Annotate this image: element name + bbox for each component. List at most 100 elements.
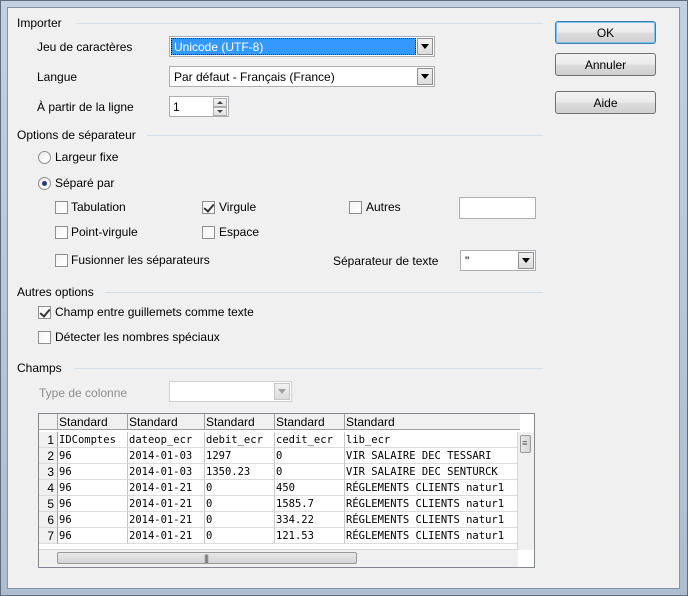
chevron-down-icon[interactable] — [417, 38, 433, 55]
semicolon-checkbox[interactable] — [55, 226, 68, 239]
section-importer-title: Importer — [17, 16, 62, 30]
grid-cell: 96 — [58, 512, 128, 528]
column-type-label: Type de colonne — [39, 386, 128, 400]
row-number: 2 — [39, 448, 58, 464]
grid-cell: RÉGLEMENTS CLIENTS natur1 — [345, 528, 520, 544]
fixed-width-radio[interactable] — [38, 151, 51, 164]
preview-grid[interactable]: Standard Standard Standard Standard Stan… — [38, 413, 535, 568]
section-other-options-title: Autres options — [17, 285, 94, 299]
language-value: Par défaut - Français (France) — [174, 70, 335, 84]
separated-by-radio[interactable] — [38, 177, 51, 190]
from-line-label: À partir de la ligne — [37, 100, 134, 114]
charset-select[interactable]: Unicode (UTF-8) — [169, 36, 435, 57]
grid-cell: 2014-01-03 — [128, 448, 205, 464]
grid-cell: 2014-01-21 — [128, 496, 205, 512]
chevron-down-icon[interactable] — [518, 252, 534, 269]
grid-cell: 0 — [275, 448, 345, 464]
grid-cell: 0 — [205, 480, 275, 496]
chevron-down-icon[interactable] — [417, 68, 433, 85]
section-divider — [74, 368, 543, 369]
row-number: 1 — [39, 432, 58, 448]
other-label: Autres — [366, 200, 401, 214]
grid-cell: 96 — [58, 448, 128, 464]
row-number: 3 — [39, 464, 58, 480]
section-divider — [105, 292, 543, 293]
row-number: 7 — [39, 528, 58, 544]
text-separator-select[interactable]: " — [460, 250, 536, 271]
grid-cell: 96 — [58, 496, 128, 512]
cancel-button[interactable]: Annuler — [555, 53, 656, 76]
detect-special-checkbox[interactable] — [38, 331, 51, 344]
separated-by-label: Séparé par — [55, 176, 115, 190]
row-number: 5 — [39, 496, 58, 512]
grid-horizontal-scrollbar[interactable]: ||| — [39, 549, 518, 567]
tab-checkbox[interactable] — [55, 201, 68, 214]
grid-cell: 0 — [205, 528, 275, 544]
grid-cell: 2014-01-03 — [128, 464, 205, 480]
merge-checkbox[interactable] — [55, 254, 68, 267]
section-divider — [76, 23, 543, 24]
grid-cell: RÉGLEMENTS CLIENTS natur1 — [345, 480, 520, 496]
semicolon-label: Point-virgule — [71, 225, 138, 239]
grid-cell: 96 — [58, 464, 128, 480]
grid-cell: 2014-01-21 — [128, 480, 205, 496]
grid-cell: RÉGLEMENTS CLIENTS natur1 — [345, 496, 520, 512]
row-number: 4 — [39, 480, 58, 496]
fixed-width-label: Largeur fixe — [55, 150, 119, 164]
quoted-as-text-label: Champ entre guillemets comme texte — [55, 305, 254, 319]
grid-cell: 2014-01-21 — [128, 512, 205, 528]
section-separator-title: Options de séparateur — [17, 128, 136, 142]
other-separator-input[interactable] — [459, 197, 536, 219]
scroll-thumb[interactable]: ||| — [57, 552, 357, 564]
charset-label: Jeu de caractères — [37, 40, 133, 54]
tab-label: Tabulation — [71, 200, 126, 214]
other-checkbox[interactable] — [349, 201, 362, 214]
grid-cell: 1585.7 — [275, 496, 345, 512]
grid-cell: 2014-01-21 — [128, 528, 205, 544]
help-button[interactable]: Aide — [555, 91, 656, 114]
charset-value: Unicode (UTF-8) — [171, 38, 416, 55]
grid-cell: VIR SALAIRE DEC TESSARI — [345, 448, 520, 464]
language-label: Langue — [37, 70, 78, 84]
ok-button[interactable]: OK — [555, 21, 656, 44]
column-type-select[interactable] — [169, 381, 292, 402]
column-type-value — [171, 383, 273, 400]
grid-cell: 96 — [58, 528, 128, 544]
comma-label: Virgule — [219, 200, 257, 214]
merge-label: Fusionner les séparateurs — [71, 253, 210, 267]
section-divider — [147, 135, 543, 136]
grid-corner — [39, 414, 58, 430]
space-checkbox[interactable] — [202, 226, 215, 239]
from-line-value: 1 — [173, 100, 180, 114]
grid-cell: 0 — [205, 496, 275, 512]
grid-cell: 450 — [275, 480, 345, 496]
grid-cell: lib_ecr — [345, 432, 520, 448]
grid-cell: RÉGLEMENTS CLIENTS natur1 — [345, 512, 520, 528]
grid-cell: debit_ecr — [205, 432, 275, 448]
text-separator-label: Séparateur de texte — [333, 254, 439, 268]
scroll-thumb[interactable]: ≡ — [520, 435, 531, 453]
quoted-as-text-checkbox[interactable] — [38, 306, 51, 319]
grid-cell: 1297 — [205, 448, 275, 464]
grid-cell: cedit_ecr — [275, 432, 345, 448]
column-header[interactable]: Standard — [345, 414, 520, 430]
language-select[interactable]: Par défaut - Français (France) — [169, 66, 435, 87]
grid-cell: 121.53 — [275, 528, 345, 544]
grid-vertical-scrollbar[interactable]: ≡ — [517, 432, 534, 550]
grid-cell: 1350.23 — [205, 464, 275, 480]
column-header[interactable]: Standard — [275, 414, 345, 430]
from-line-spinner[interactable]: 1 — [169, 96, 229, 117]
grid-cell: 96 — [58, 480, 128, 496]
column-header[interactable]: Standard — [205, 414, 275, 430]
grid-cell: VIR SALAIRE DEC SENTURCK — [345, 464, 520, 480]
spin-down-icon[interactable] — [213, 107, 227, 116]
comma-checkbox[interactable] — [202, 201, 215, 214]
column-header[interactable]: Standard — [58, 414, 128, 430]
grid-cell: 0 — [205, 512, 275, 528]
spin-up-icon[interactable] — [213, 98, 227, 107]
grid-cell: 334.22 — [275, 512, 345, 528]
detect-special-label: Détecter les nombres spéciaux — [55, 330, 220, 344]
column-header[interactable]: Standard — [128, 414, 205, 430]
chevron-down-icon[interactable] — [274, 383, 290, 400]
text-separator-value: " — [465, 254, 470, 268]
